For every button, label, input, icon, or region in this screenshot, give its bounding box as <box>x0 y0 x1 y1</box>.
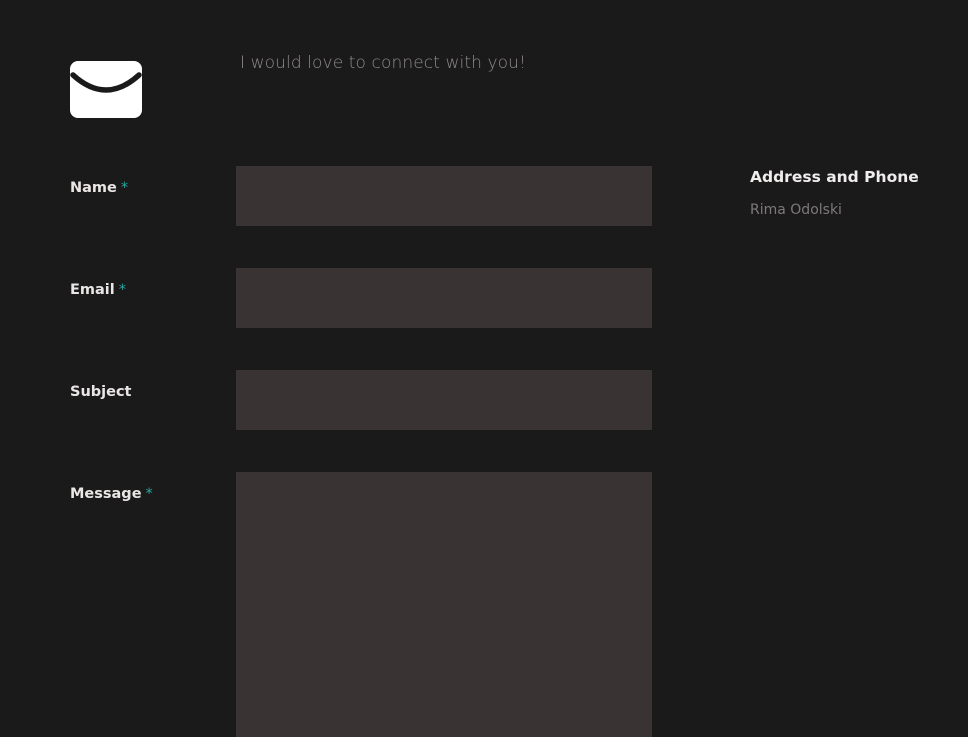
message-label: Message * <box>70 486 153 502</box>
name-label-text: Name <box>70 180 117 196</box>
email-input[interactable] <box>236 268 652 328</box>
required-marker: * <box>118 282 126 298</box>
email-label-text: Email <box>70 282 115 298</box>
message-textarea[interactable] <box>236 472 652 737</box>
contact-name: Rima Odolski <box>750 202 842 218</box>
subject-input[interactable] <box>236 370 652 430</box>
message-label-text: Message <box>70 486 142 502</box>
email-label: Email * <box>70 282 126 298</box>
subject-label-text: Subject <box>70 384 132 400</box>
name-input[interactable] <box>236 166 652 226</box>
address-phone-heading: Address and Phone <box>750 168 919 186</box>
required-marker: * <box>145 486 153 502</box>
name-label: Name * <box>70 180 128 196</box>
envelope-icon <box>70 61 142 118</box>
page-tagline: I would love to connect with you! <box>240 53 526 73</box>
subject-label: Subject <box>70 384 131 400</box>
required-marker: * <box>120 180 129 196</box>
contact-page: I would love to connect with you! Name * … <box>0 0 968 737</box>
